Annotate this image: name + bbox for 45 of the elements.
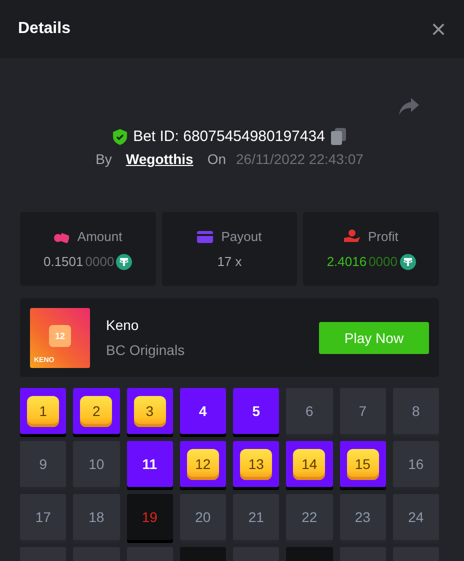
user-link[interactable]: Wegotthis bbox=[126, 151, 194, 167]
tile-number: 20 bbox=[195, 509, 211, 525]
game-provider: BC Originals bbox=[106, 342, 186, 358]
tile-number: 16 bbox=[408, 456, 424, 472]
tile-number: 21 bbox=[248, 509, 264, 525]
tile-number: 19 bbox=[142, 509, 158, 525]
tile-number: 5 bbox=[252, 403, 260, 419]
tile-number: 4 bbox=[198, 403, 207, 419]
bet-time: 26/11/2022 22:43:07 bbox=[236, 151, 364, 167]
gem-number: 3 bbox=[134, 396, 166, 426]
tile-number: 6 bbox=[305, 403, 314, 419]
stat-label: Payout bbox=[221, 229, 262, 244]
tile-number: 23 bbox=[354, 509, 370, 525]
share-icon[interactable] bbox=[399, 98, 419, 116]
stat-label: Profit bbox=[368, 228, 398, 244]
gem-number: 12 bbox=[186, 448, 219, 480]
stat-label: Amount bbox=[77, 228, 122, 244]
gem-number: 1 bbox=[27, 396, 60, 426]
gem-number: 2 bbox=[80, 396, 112, 426]
close-button[interactable]: × bbox=[430, 16, 446, 42]
by-label: By bbox=[96, 151, 112, 167]
dialog-title: Details bbox=[18, 20, 70, 38]
tile-number: 9 bbox=[39, 456, 48, 472]
stat-value-zeros: 0000 bbox=[85, 254, 114, 269]
tile-number: 18 bbox=[88, 509, 104, 525]
game-name: Keno bbox=[106, 317, 140, 333]
stat-value-zeros: 0000 bbox=[368, 254, 398, 269]
stat-value: 17 x bbox=[217, 254, 242, 269]
tile-number: 22 bbox=[302, 509, 318, 525]
tile-number: 8 bbox=[412, 403, 420, 419]
bet-id: Bet ID: 68075454980197434 bbox=[133, 128, 325, 145]
gem-number: 14 bbox=[293, 448, 326, 480]
tile-number: 10 bbox=[88, 456, 104, 472]
card-icon bbox=[197, 230, 214, 242]
stat-value: 2.4016 bbox=[326, 254, 367, 269]
on-label: On bbox=[207, 151, 226, 167]
copy-icon[interactable] bbox=[330, 128, 346, 145]
stat-value: 0.1501 bbox=[43, 254, 84, 269]
tile-number: 7 bbox=[358, 403, 367, 419]
tile-number: 24 bbox=[408, 509, 424, 525]
gem-number: 13 bbox=[240, 448, 272, 480]
tile-number: 11 bbox=[142, 456, 158, 472]
thumbnail-number: 12 bbox=[49, 324, 71, 346]
tile-number: 17 bbox=[35, 509, 51, 525]
gem-number: 15 bbox=[346, 448, 379, 480]
